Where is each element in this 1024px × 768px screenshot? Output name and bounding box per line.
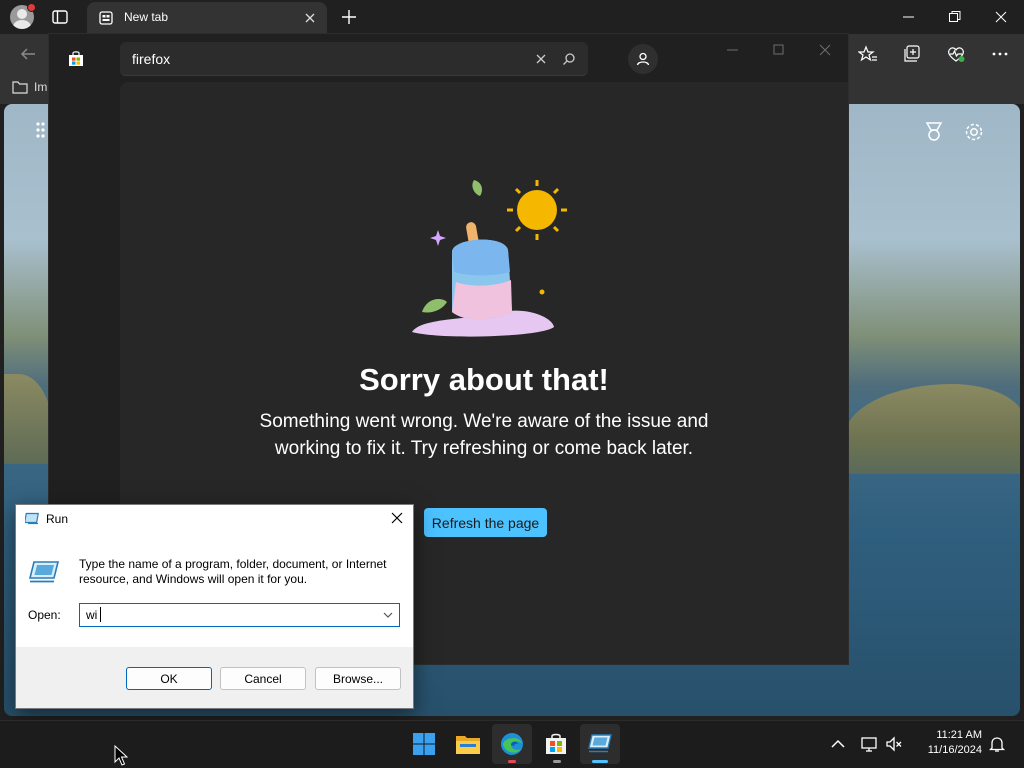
- run-icon: [588, 734, 612, 753]
- store-maximize-button[interactable]: [764, 40, 794, 60]
- clock-date: 11/16/2024: [927, 744, 982, 756]
- volume-muted-icon[interactable]: [885, 735, 903, 753]
- profile-notification-dot: [27, 3, 36, 12]
- search-icon[interactable]: [562, 52, 576, 66]
- landscape-hills: [844, 384, 1020, 474]
- run-program-icon: [28, 561, 60, 583]
- favorites-star-icon[interactable]: [858, 44, 878, 64]
- edge-icon: [501, 733, 523, 755]
- file-explorer-icon: [456, 736, 480, 754]
- store-running-indicator: [553, 760, 561, 763]
- start-button[interactable]: [404, 724, 444, 764]
- browser-titlebar: New tab: [0, 0, 1024, 34]
- clock-time: 11:21 AM: [936, 729, 982, 741]
- edge-button[interactable]: [492, 724, 532, 764]
- run-taskbar-button[interactable]: [580, 724, 620, 764]
- tab-new-tab[interactable]: New tab: [87, 2, 327, 34]
- run-description: Type the name of a program, folder, docu…: [79, 557, 387, 586]
- store-search-box[interactable]: firefox: [120, 42, 588, 76]
- cancel-button[interactable]: Cancel: [220, 667, 306, 690]
- maximize-icon: [773, 44, 784, 55]
- clear-search-icon[interactable]: [534, 52, 548, 66]
- open-combobox[interactable]: wi: [79, 603, 400, 627]
- error-title: Sorry about that!: [359, 362, 609, 397]
- minimize-icon: [903, 16, 914, 18]
- favorites-bar-item[interactable]: Im: [12, 80, 47, 94]
- file-explorer-button[interactable]: [448, 724, 488, 764]
- restore-icon: [949, 11, 961, 22]
- browser-restore-button[interactable]: [932, 0, 978, 34]
- tab-actions-icon[interactable]: [52, 9, 68, 25]
- text-caret: [100, 607, 101, 622]
- rewards-icon[interactable]: [923, 121, 945, 143]
- melting-popsicle-illustration: [412, 180, 567, 337]
- run-dialog: Run Type the name of a program, folder, …: [15, 504, 414, 709]
- run-icon: [25, 512, 39, 525]
- taskbar-clock[interactable]: 11:21 AM 11/16/2024: [912, 728, 982, 758]
- ok-button[interactable]: OK: [126, 667, 212, 690]
- error-message: Something went wrong. We're aware of the…: [259, 411, 709, 459]
- browser-close-button[interactable]: [978, 0, 1024, 34]
- settings-gear-icon[interactable]: [963, 121, 985, 143]
- run-titlebar[interactable]: Run: [16, 505, 413, 533]
- tab-title: New tab: [124, 10, 169, 24]
- store-button[interactable]: [536, 724, 576, 764]
- store-logo-icon: [69, 51, 83, 66]
- tab-close-icon[interactable]: [303, 11, 317, 25]
- landscape-hills-left: [4, 374, 54, 464]
- folder-import-icon: [12, 81, 28, 94]
- new-tab-plus-icon[interactable]: [340, 8, 358, 26]
- browser-essentials-icon[interactable]: [946, 44, 966, 64]
- chevron-up-icon[interactable]: [829, 735, 847, 753]
- chevron-down-icon[interactable]: [382, 610, 394, 620]
- start-icon: [413, 733, 435, 755]
- notification-bell-icon[interactable]: [988, 735, 1006, 753]
- store-icon: [546, 733, 566, 754]
- browse-button[interactable]: Browse...: [315, 667, 401, 690]
- edge-running-indicator: [508, 760, 516, 763]
- collections-icon[interactable]: [902, 44, 922, 64]
- new-tab-page-icon: [99, 11, 113, 25]
- network-icon[interactable]: [860, 735, 878, 753]
- minimize-icon: [727, 49, 738, 51]
- store-close-button[interactable]: [810, 40, 840, 60]
- more-options-icon[interactable]: [990, 44, 1010, 64]
- account-icon: [636, 52, 650, 66]
- store-account-button[interactable]: [628, 44, 658, 74]
- run-close-icon[interactable]: [389, 510, 405, 526]
- open-label: Open:: [28, 608, 61, 622]
- run-active-indicator: [592, 760, 608, 763]
- back-arrow-icon[interactable]: [18, 44, 38, 64]
- search-input[interactable]: firefox: [132, 51, 170, 67]
- favorites-item-label: Im: [34, 80, 48, 94]
- refresh-page-button[interactable]: Refresh the page: [424, 508, 547, 537]
- browser-minimize-button[interactable]: [886, 0, 932, 34]
- mouse-pointer-icon: [114, 745, 128, 766]
- open-input[interactable]: wi: [86, 608, 97, 622]
- store-minimize-button[interactable]: [718, 40, 748, 60]
- close-icon: [995, 11, 1007, 23]
- close-icon: [819, 44, 831, 56]
- run-title: Run: [46, 512, 69, 526]
